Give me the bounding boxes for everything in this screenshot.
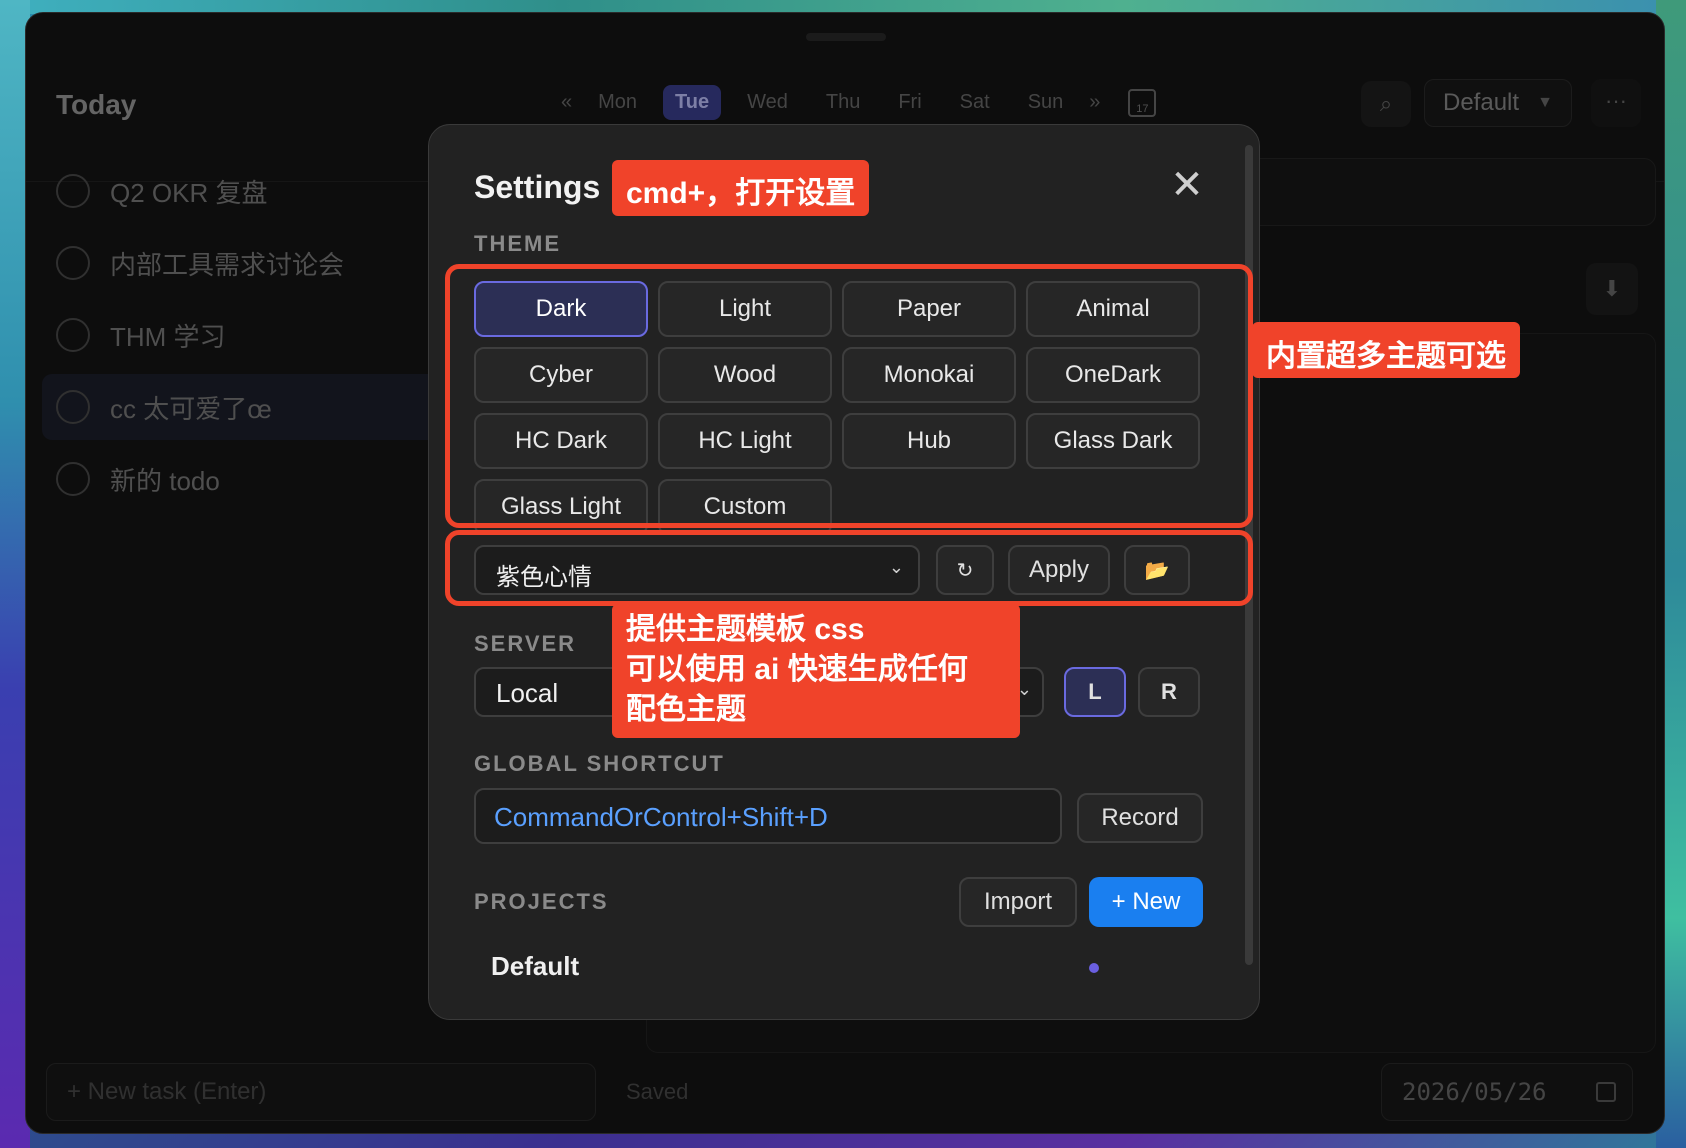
annotation-themes-note: 内置超多主题可选 — [1252, 322, 1520, 378]
annotation-shortcut-note: cmd+，打开设置 — [612, 160, 870, 216]
import-button[interactable]: Import — [959, 877, 1077, 927]
record-button[interactable]: Record — [1077, 793, 1203, 843]
annotation-themes-outline — [445, 264, 1253, 528]
shortcut-section-label: GLOBAL SHORTCUT — [474, 751, 725, 776]
annotation-template-outline — [445, 530, 1253, 606]
server-local-button[interactable]: L — [1064, 667, 1126, 717]
server-select-value: Local — [496, 678, 559, 708]
server-remote-button[interactable]: R — [1138, 667, 1200, 717]
annotation-template-line-3: 配色主题 — [626, 693, 746, 726]
annotation-template-line-2: 可以使用 ai 快速生成任何 — [626, 653, 968, 686]
theme-section-label: THEME — [474, 231, 561, 256]
active-project-dot — [1089, 963, 1099, 973]
server-section-label: SERVER — [474, 631, 577, 656]
annotation-template-note: 提供主题模板 css 可以使用 ai 快速生成任何 配色主题 — [612, 604, 1020, 738]
close-button[interactable]: ✕ — [1167, 165, 1207, 205]
projects-section-label: PROJECTS — [474, 889, 609, 914]
new-project-button[interactable]: + New — [1089, 877, 1203, 927]
close-icon: ✕ — [1170, 163, 1204, 207]
annotation-template-line-1: 提供主题模板 css — [626, 613, 865, 646]
project-item[interactable]: Default — [491, 951, 579, 982]
dialog-title: Settings — [474, 169, 601, 205]
shortcut-field[interactable]: CommandOrControl+Shift+D — [474, 788, 1062, 844]
